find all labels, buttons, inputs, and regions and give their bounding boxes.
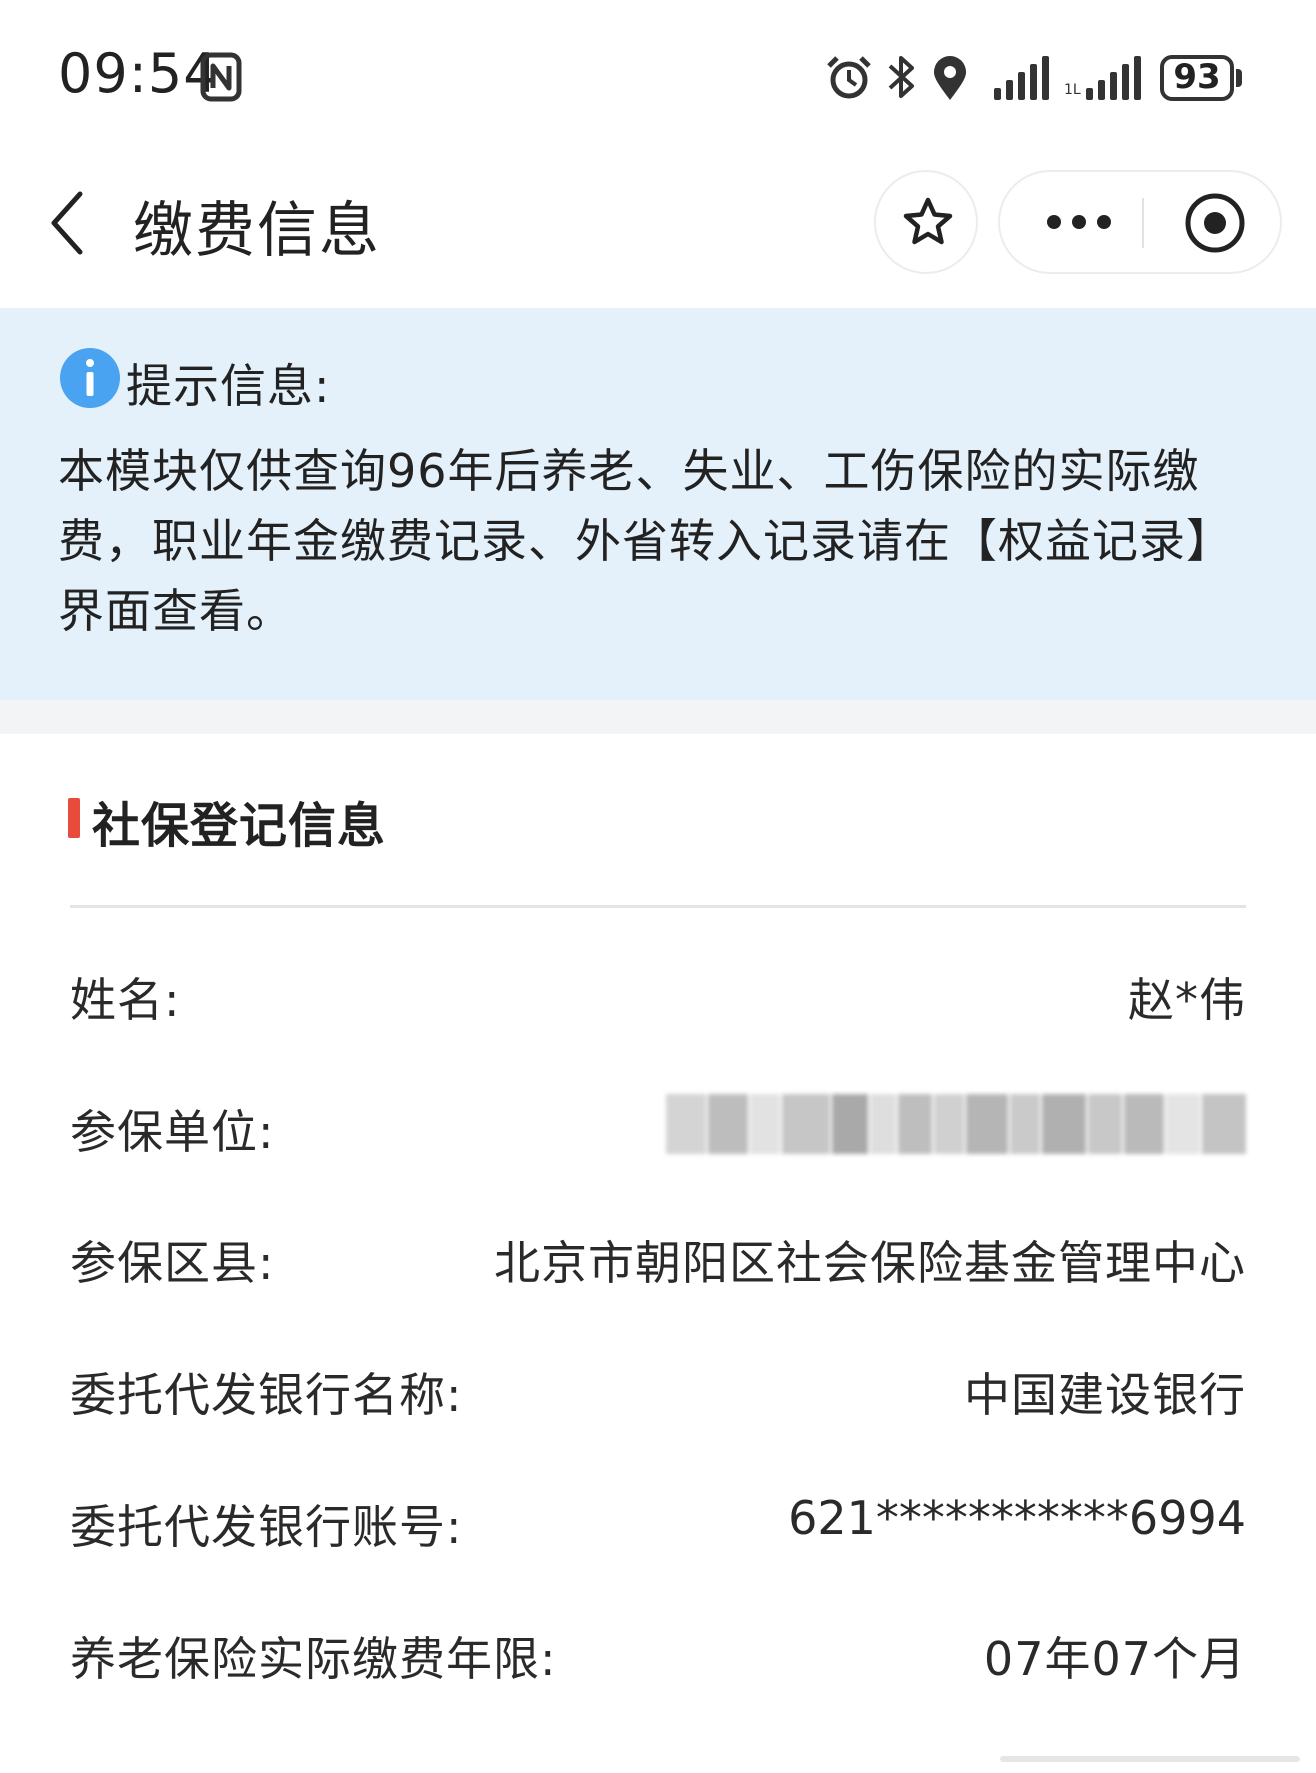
status-bar: 09:54 1L 93 [0, 0, 1316, 150]
signal-icon [994, 56, 1049, 100]
nav-bar: 缴费信息 [0, 150, 1316, 308]
redacted-value [666, 1094, 1246, 1154]
more-icon [1047, 215, 1111, 229]
status-time: 09:54 [58, 42, 219, 105]
close-button[interactable] [1144, 172, 1282, 272]
info-row-bank-name: 委托代发银行名称: 中国建设银行 [70, 1349, 1246, 1429]
row-value: 07年07个月 [983, 1632, 1246, 1686]
star-icon [903, 197, 953, 245]
watermark-mark [1000, 1756, 1300, 1762]
info-row-bank-account: 委托代发银行账号: 621***********6994 [70, 1481, 1246, 1561]
screen: 09:54 1L 93 缴费信息 提示信息: 本模块仅供查询96年后养老、失业、… [0, 0, 1316, 1773]
battery-level: 93 [1173, 57, 1221, 97]
target-icon [1185, 193, 1245, 253]
row-label: 参保区县: [70, 1236, 275, 1290]
location-icon [934, 56, 966, 100]
notice-panel: 提示信息: 本模块仅供查询96年后养老、失业、工伤保险的实际缴费，职业年金缴费记… [0, 308, 1316, 700]
row-value: 赵*伟 [1128, 973, 1246, 1027]
notice-body: 本模块仅供查询96年后养老、失业、工伤保险的实际缴费，职业年金缴费记录、外省转入… [58, 444, 1233, 638]
row-label: 委托代发银行账号: [70, 1500, 463, 1554]
battery-icon: 93 [1160, 55, 1242, 101]
section-marker [68, 798, 80, 838]
row-label: 养老保险实际缴费年限: [70, 1632, 557, 1686]
row-value: 621***********6994 [788, 1491, 1246, 1545]
favorite-button[interactable] [874, 170, 978, 274]
signal-icon: 1L [1064, 56, 1141, 100]
section-gap [0, 700, 1316, 734]
info-row-district: 参保区县: 北京市朝阳区社会保险基金管理中心 [70, 1217, 1246, 1297]
row-label: 姓名: [70, 973, 181, 1027]
info-row-name: 姓名: 赵*伟 [70, 954, 1246, 1034]
back-icon[interactable] [46, 188, 90, 258]
nfc-icon [200, 52, 242, 102]
info-icon [60, 348, 120, 408]
notice-title: 提示信息: [126, 359, 331, 413]
more-button[interactable] [1000, 172, 1142, 272]
capsule-menu [998, 170, 1282, 274]
section-title: 社保登记信息 [92, 798, 387, 854]
section-divider [70, 905, 1246, 908]
row-label: 参保单位: [70, 1105, 275, 1159]
info-row-employer: 参保单位: [70, 1086, 1246, 1166]
alarm-icon [827, 56, 871, 99]
svg-text:1L: 1L [1064, 82, 1081, 98]
info-row-pension-years: 养老保险实际缴费年限: 07年07个月 [70, 1613, 1246, 1693]
battery-tip [1236, 69, 1242, 87]
row-label: 委托代发银行名称: [70, 1368, 463, 1422]
bluetooth-icon [888, 56, 914, 98]
page-title: 缴费信息 [133, 196, 381, 266]
row-value: 北京市朝阳区社会保险基金管理中心 [494, 1236, 1246, 1290]
row-value: 中国建设银行 [964, 1368, 1246, 1422]
